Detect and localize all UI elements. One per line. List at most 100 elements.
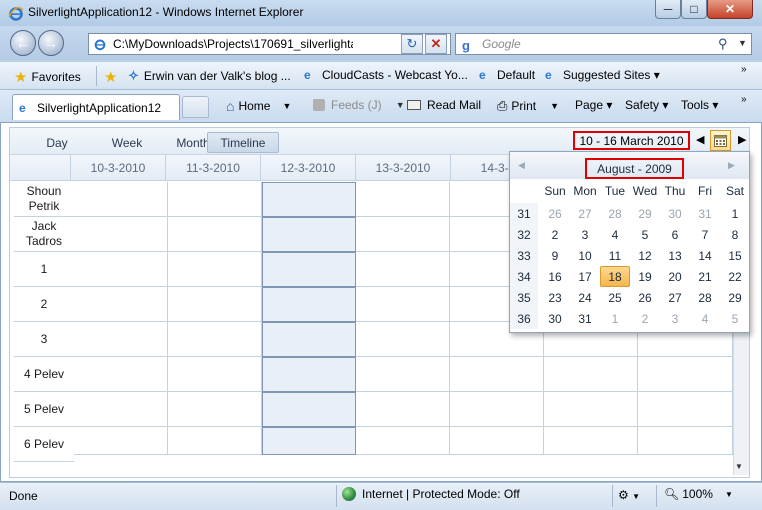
stop-icon[interactable]: ✕ [425,34,447,54]
timeline-slot[interactable] [356,427,450,455]
calendar-day[interactable]: 6 [660,224,690,245]
timeline-slot[interactable] [74,322,168,357]
calendar-day[interactable]: 28 [600,203,630,224]
security-zone[interactable]: Internet | Protected Mode: Off [342,487,520,501]
calendar-day[interactable]: 28 [690,287,720,308]
tab-active[interactable]: e SilverlightApplication12 [12,94,180,120]
search-input[interactable]: g Google ⚲ ▼ [455,33,752,55]
previous-period-icon[interactable]: ◀ [696,133,704,146]
calendar-day[interactable]: 16 [540,266,570,287]
calendar-day[interactable]: 26 [540,203,570,224]
search-dropdown-icon[interactable]: ▼ [738,38,747,48]
timeline-slot[interactable] [638,427,733,455]
calendar-day[interactable]: 13 [660,245,690,266]
calendar-day[interactable]: 21 [690,266,720,287]
calendar-picker-button[interactable] [710,130,731,151]
calendar-day[interactable]: 2 [630,308,660,329]
timeline-slot[interactable] [638,392,733,427]
timeline-slot[interactable] [168,252,262,287]
address-bar[interactable]: C:\MyDownloads\Projects\170691_silverlig… [88,33,451,55]
timeline-slot[interactable] [356,357,450,392]
close-button[interactable]: ✕ [707,0,753,19]
calendar-day[interactable]: 11 [600,245,630,266]
timeline-slot[interactable] [356,322,450,357]
calendar-month-label[interactable]: August - 2009 [585,158,684,179]
calendar-day[interactable]: 14 [690,245,720,266]
timeline-slot[interactable] [544,357,638,392]
timeline-slot[interactable] [544,392,638,427]
calendar-day[interactable]: 1 [600,308,630,329]
timeline-slot[interactable] [544,427,638,455]
settings-icon[interactable]: ⚙ ▼ [618,488,640,502]
favorite-link-2[interactable]: e CloudCasts - Webcast Yo... [304,68,468,82]
calendar-day[interactable]: 29 [630,203,660,224]
calendar-day[interactable]: 23 [540,287,570,308]
calendar-day[interactable]: 10 [570,245,600,266]
home-button[interactable]: ⌂ Home ▼ [226,98,291,114]
calendar-day[interactable]: 27 [660,287,690,308]
timeline-slot[interactable] [356,182,450,217]
favorite-link-3[interactable]: e Default [479,68,535,82]
calendar-day[interactable]: 8 [720,224,750,245]
timeline-slot[interactable] [168,427,262,455]
timeline-slot[interactable] [262,357,356,392]
more-chevron-icon[interactable]: » [741,64,747,75]
next-period-icon[interactable]: ▶ [738,133,746,146]
timeline-slot[interactable] [356,287,450,322]
tools-menu[interactable]: Tools ▾ [681,98,718,112]
favorite-link-1[interactable]: ✧ Erwin van der Valk's blog ... [128,68,291,84]
timeline-slot[interactable] [74,182,168,217]
calendar-day[interactable]: 9 [540,245,570,266]
add-favorite-button[interactable]: ★ [104,68,117,86]
calendar-day[interactable]: 5 [630,224,660,245]
calendar-day[interactable]: 22 [720,266,750,287]
back-button[interactable]: ← [10,30,36,56]
calendar-day[interactable]: 3 [660,308,690,329]
timeline-slot[interactable] [74,252,168,287]
timeline-slot[interactable] [168,357,262,392]
view-tab-timeline[interactable]: Timeline [207,132,279,153]
timeline-slot[interactable] [74,287,168,322]
calendar-day[interactable]: 7 [690,224,720,245]
calendar-day[interactable]: 18 [600,266,630,287]
previous-month-icon[interactable]: ◀ [518,160,525,171]
favorites-button[interactable]: ★ Favorites [14,68,81,86]
calendar-day[interactable]: 30 [660,203,690,224]
timeline-slot[interactable] [74,427,168,455]
timeline-slot[interactable] [356,392,450,427]
feeds-button[interactable]: Feeds (J) ▼ [313,98,405,112]
timeline-slot[interactable] [638,357,733,392]
calendar-day[interactable]: 5 [720,308,750,329]
minimize-button[interactable]: ─ [655,0,681,19]
timeline-slot[interactable] [74,217,168,252]
calendar-day[interactable]: 20 [660,266,690,287]
print-button[interactable]: ⎙ Print ▼ [497,98,559,114]
maximize-button[interactable]: □ [681,0,707,19]
timeline-slot[interactable] [74,357,168,392]
calendar-day[interactable]: 19 [630,266,660,287]
next-month-icon[interactable]: ▶ [728,160,735,171]
calendar-day[interactable]: 15 [720,245,750,266]
calendar-day[interactable]: 24 [570,287,600,308]
calendar-day[interactable]: 29 [720,287,750,308]
timeline-slot[interactable] [168,322,262,357]
page-menu[interactable]: Page ▾ [575,98,612,112]
calendar-day[interactable]: 1 [720,203,750,224]
timeline-slot[interactable] [262,287,356,322]
timeline-slot[interactable] [262,322,356,357]
timeline-slot[interactable] [262,252,356,287]
timeline-slot[interactable] [450,357,544,392]
calendar-day[interactable]: 12 [630,245,660,266]
view-tab-week[interactable]: Week [92,132,162,153]
calendar-day[interactable]: 25 [600,287,630,308]
scroll-down-icon[interactable]: ▼ [735,462,743,471]
calendar-day[interactable]: 30 [540,308,570,329]
timeline-slot[interactable] [356,217,450,252]
timeline-slot[interactable] [168,287,262,322]
forward-button[interactable]: → [38,30,64,56]
calendar-day[interactable]: 2 [540,224,570,245]
timeline-slot[interactable] [168,217,262,252]
calendar-day[interactable]: 3 [570,224,600,245]
read-mail-button[interactable]: Read Mail [407,98,481,112]
timeline-slot[interactable] [450,427,544,455]
